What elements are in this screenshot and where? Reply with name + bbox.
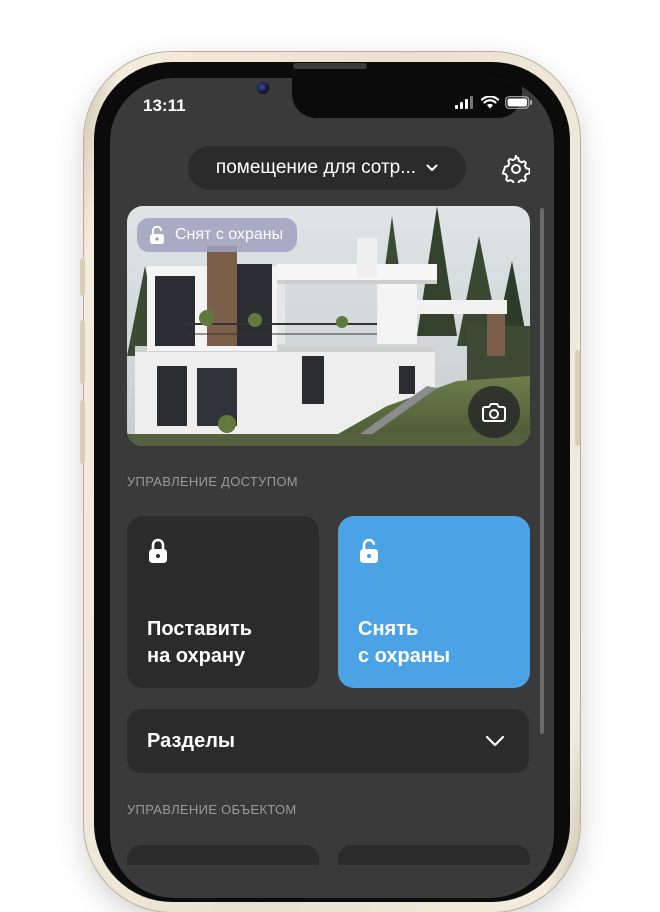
- status-time: 13:11: [143, 96, 186, 115]
- status-icons: [455, 96, 533, 109]
- arm-button-label: Поставить на охрану: [147, 616, 252, 670]
- disarm-label-line1: Снять: [358, 618, 419, 640]
- lock-open-icon: [150, 226, 164, 244]
- gear-icon[interactable]: [502, 155, 530, 183]
- chevron-down-icon: [426, 164, 438, 171]
- location-selector[interactable]: помещение для сотр...: [188, 146, 466, 190]
- wifi-icon: [481, 96, 499, 109]
- access-section-title: УПРАВЛЕНИЕ ДОСТУПОМ: [127, 474, 298, 489]
- power-button: [575, 350, 580, 446]
- sections-label: Разделы: [147, 729, 235, 752]
- chevron-down-icon: [485, 735, 505, 747]
- mute-switch: [80, 258, 85, 296]
- security-status-badge: Снят с охраны: [137, 218, 298, 252]
- signal-icon: [455, 96, 473, 109]
- camera-button[interactable]: [468, 386, 520, 438]
- speaker-grille: [293, 63, 367, 69]
- status-badge-label: Снят с охраны: [175, 226, 284, 243]
- lock-open-icon: [360, 538, 378, 563]
- camera-icon: [482, 403, 506, 422]
- sections-dropdown[interactable]: Разделы: [127, 709, 529, 773]
- location-label: помещение для сотр...: [215, 157, 417, 178]
- disarm-label-line2: с охраны: [358, 645, 451, 667]
- scrollbar[interactable]: [540, 208, 544, 734]
- volume-up-button: [80, 320, 85, 384]
- battery-icon: [505, 96, 532, 109]
- object-section-title: УПРАВЛЕНИЕ ОБЪЕКТОМ: [127, 802, 297, 817]
- object-card-right[interactable]: [338, 845, 530, 865]
- object-card-left[interactable]: [127, 845, 319, 865]
- lock-closed-icon: [149, 538, 167, 563]
- arm-button[interactable]: Поставить на охрану: [127, 516, 319, 688]
- arm-label-line2: на охрану: [147, 645, 246, 667]
- disarm-button[interactable]: Снять с охраны: [338, 516, 530, 688]
- disarm-button-label: Снять с охраны: [358, 616, 450, 670]
- volume-down-button: [80, 400, 85, 464]
- front-camera: [257, 82, 269, 94]
- arm-label-line1: Поставить: [147, 618, 253, 640]
